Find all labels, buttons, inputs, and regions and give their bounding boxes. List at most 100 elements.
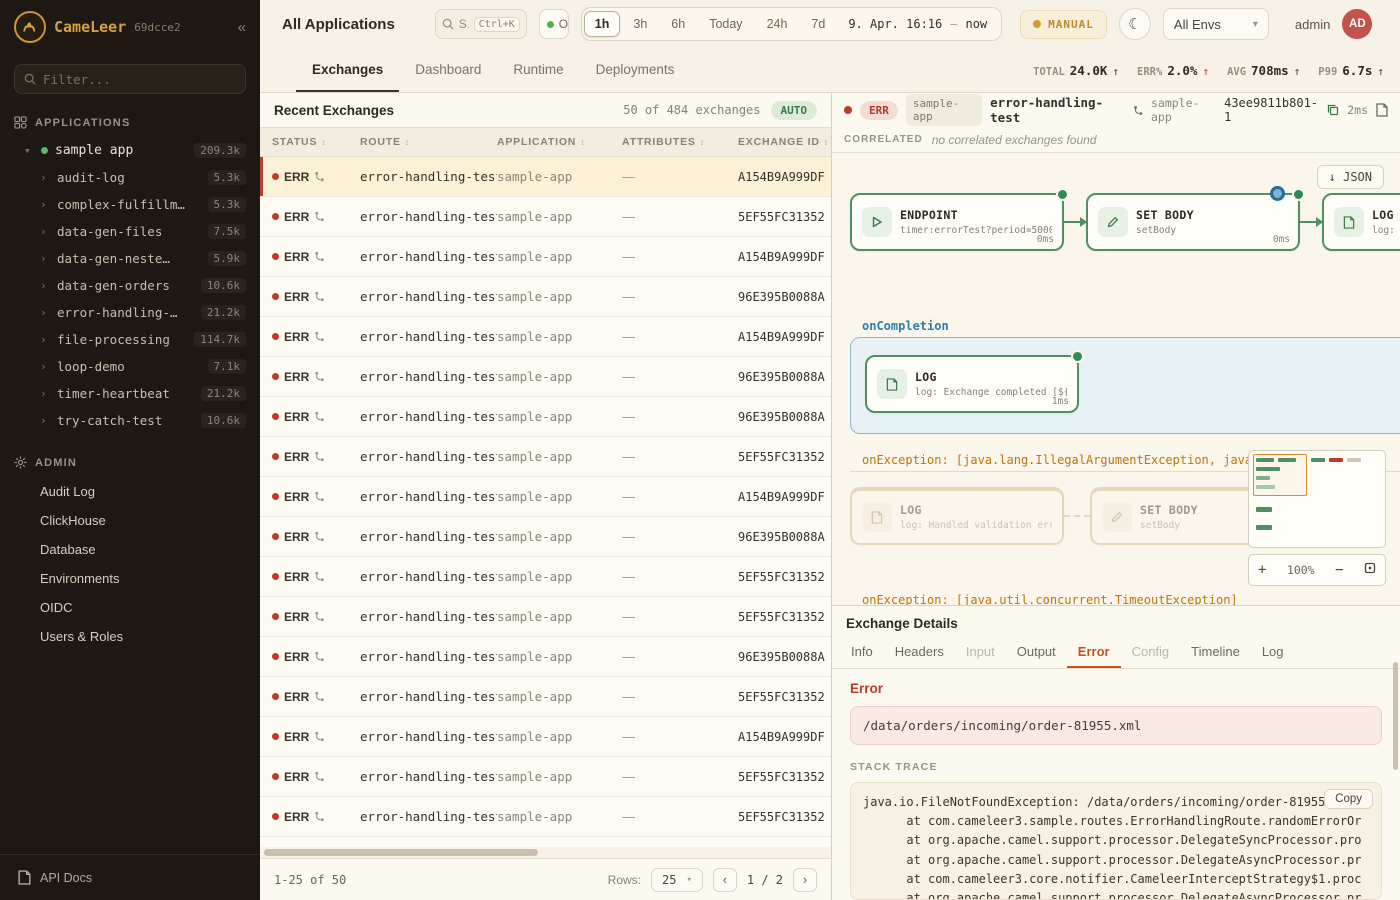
column-header[interactable]: APPLICATION ↕: [497, 136, 622, 148]
sidebar-route-item[interactable]: › complex-fulfillm… 5.3k: [0, 191, 260, 218]
global-search[interactable]: S… Ctrl+K: [435, 9, 527, 39]
stack-trace-line: at org.apache.camel.support.processor.De…: [863, 831, 1369, 850]
details-tab[interactable]: Output: [1006, 638, 1067, 668]
sidebar-route-item[interactable]: › audit-log 5.3k: [0, 164, 260, 191]
zoom-out-button[interactable]: −: [1335, 562, 1343, 578]
details-tab[interactable]: Input: [955, 638, 1006, 668]
previous-page-button[interactable]: ‹: [713, 868, 737, 892]
table-row[interactable]: ERR error-handling-test sample-app — 5EF…: [260, 437, 831, 477]
time-range-button[interactable]: 24h: [756, 11, 799, 37]
sidebar-route-item[interactable]: › data-gen-orders 10.6k: [0, 272, 260, 299]
flow-node-endpoint[interactable]: ENDPOINT timer:errorTest?period=5000&del…: [850, 193, 1064, 251]
table-row[interactable]: ERR error-handling-test sample-app — 5EF…: [260, 597, 831, 637]
details-title: Exchange Details: [832, 606, 1400, 638]
dark-mode-toggle[interactable]: ☾: [1119, 8, 1151, 40]
user-avatar[interactable]: AD: [1342, 9, 1372, 39]
table-row[interactable]: ERR error-handling-test sample-app — 96E…: [260, 637, 831, 677]
flow-node-log[interactable]: LOG log: Sta: [1322, 193, 1400, 251]
filter-input[interactable]: [43, 72, 236, 87]
table-row[interactable]: ERR error-handling-test sample-app — 96E…: [260, 517, 831, 557]
status-label: ERR: [284, 650, 309, 664]
table-row[interactable]: ERR error-handling-test sample-app — A15…: [260, 317, 831, 357]
download-json-button[interactable]: ↓ JSON: [1317, 165, 1384, 189]
sidebar-admin-item[interactable]: OIDC: [0, 593, 260, 622]
time-range-button[interactable]: 1h: [584, 11, 621, 37]
copy-document-button[interactable]: [1376, 103, 1388, 117]
table-row[interactable]: ERR error-handling-test sample-app — 96E…: [260, 357, 831, 397]
details-tab[interactable]: Config: [1121, 638, 1181, 668]
rows-per-page-select[interactable]: 25 ▾: [651, 868, 703, 892]
details-tab[interactable]: Info: [840, 638, 884, 668]
main-tab[interactable]: Runtime: [497, 48, 579, 92]
time-range-button[interactable]: 3h: [622, 11, 658, 37]
sidebar-admin-item[interactable]: ClickHouse: [0, 506, 260, 535]
sidebar-route-item[interactable]: › timer-heartbeat 21.2k: [0, 380, 260, 407]
flow-minimap[interactable]: [1248, 450, 1386, 548]
table-row[interactable]: ERR error-handling-test sample-app — A15…: [260, 157, 831, 197]
copy-exchange-id-button[interactable]: [1327, 104, 1339, 116]
live-status-toggle[interactable]: O: [539, 9, 569, 39]
column-header[interactable]: EXCHANGE ID ↕: [738, 136, 831, 148]
copy-stack-trace-button[interactable]: Copy: [1324, 789, 1373, 809]
details-tab[interactable]: Timeline: [1180, 638, 1251, 668]
column-header[interactable]: STATUS ↕: [272, 136, 360, 148]
table-row[interactable]: ERR error-handling-test sample-app — A15…: [260, 717, 831, 757]
horizontal-scrollbar[interactable]: [264, 849, 538, 856]
column-header[interactable]: ROUTE ↕: [360, 136, 497, 148]
main-tab[interactable]: Deployments: [580, 48, 691, 92]
api-docs-link[interactable]: API Docs: [0, 854, 260, 900]
status-label: ERR: [284, 570, 309, 584]
route-count-badge: 10.6k: [201, 413, 246, 428]
zoom-toolbar: + 100% −: [1248, 554, 1386, 586]
sidebar-route-item[interactable]: › error-handling-… 21.2k: [0, 299, 260, 326]
sidebar-admin-item[interactable]: Users & Roles: [0, 622, 260, 651]
sidebar-collapse-button[interactable]: «: [238, 19, 246, 36]
table-row[interactable]: ERR error-handling-test sample-app — 5EF…: [260, 797, 831, 837]
flow-node-exception-log[interactable]: LOG log: Handled validation error: ${exc…: [850, 487, 1064, 545]
date-range-display[interactable]: 9. Apr. 16:16 — now: [836, 17, 999, 31]
sidebar-admin-item[interactable]: Environments: [0, 564, 260, 593]
rows-per-page-label: Rows:: [608, 873, 641, 887]
time-range-button[interactable]: 7d: [800, 11, 836, 37]
manual-refresh-toggle[interactable]: MANUAL: [1020, 10, 1107, 39]
status-label: ERR: [284, 290, 309, 304]
environment-select[interactable]: All Envs ▾: [1163, 8, 1269, 40]
vertical-scrollbar[interactable]: [1393, 662, 1398, 770]
column-header[interactable]: ATTRIBUTES ↕: [622, 136, 738, 148]
flow-canvas[interactable]: ↓ JSON ENDPOINT timer:errorTest?period=5…: [832, 153, 1400, 605]
table-row[interactable]: ERR error-handling-test sample-app — 5EF…: [260, 677, 831, 717]
sidebar-route-item[interactable]: › try-catch-test 10.6k: [0, 407, 260, 434]
sidebar-admin-item[interactable]: Database: [0, 535, 260, 564]
table-row[interactable]: ERR error-handling-test sample-app — 96E…: [260, 397, 831, 437]
flow-node-completion-log[interactable]: LOG log: Exchange completed [${exchan 1m…: [865, 355, 1079, 413]
table-row[interactable]: ERR error-handling-test sample-app — A15…: [260, 477, 831, 517]
time-range-button[interactable]: Today: [698, 11, 753, 37]
details-tab[interactable]: Error: [1067, 638, 1121, 668]
sidebar-admin-item[interactable]: Audit Log: [0, 477, 260, 506]
table-row[interactable]: ERR error-handling-test sample-app — 96E…: [260, 277, 831, 317]
table-row[interactable]: ERR error-handling-test sample-app — 5EF…: [260, 197, 831, 237]
next-page-button[interactable]: ›: [793, 868, 817, 892]
main-tab[interactable]: Dashboard: [399, 48, 497, 92]
fit-view-button[interactable]: [1364, 562, 1376, 578]
sidebar-route-item[interactable]: › file-processing 114.7k: [0, 326, 260, 353]
sidebar-route-item[interactable]: › data-gen-files 7.5k: [0, 218, 260, 245]
time-range-button[interactable]: 6h: [660, 11, 696, 37]
sidebar-route-item[interactable]: › data-gen-neste… 5.9k: [0, 245, 260, 272]
sidebar-route-item[interactable]: › loop-demo 7.1k: [0, 353, 260, 380]
route-cell: error-handling-test: [360, 329, 497, 344]
exchange-id-cell: 5EF55FC31352: [738, 450, 831, 464]
route-name: data-gen-orders: [57, 278, 170, 293]
branch-icon: [314, 291, 325, 302]
table-row[interactable]: ERR error-handling-test sample-app — A15…: [260, 237, 831, 277]
zoom-in-button[interactable]: +: [1258, 562, 1266, 578]
details-tab[interactable]: Log: [1251, 638, 1295, 668]
main-tab[interactable]: Exchanges: [296, 48, 399, 92]
auto-refresh-badge[interactable]: AUTO: [771, 101, 818, 120]
sidebar-filter[interactable]: [14, 64, 246, 94]
sidebar-item-sample-app[interactable]: ▾ sample app 209.3k: [0, 137, 260, 164]
table-row[interactable]: ERR error-handling-test sample-app — 5EF…: [260, 757, 831, 797]
details-tab[interactable]: Headers: [884, 638, 955, 668]
table-row[interactable]: ERR error-handling-test sample-app — 5EF…: [260, 557, 831, 597]
flow-node-setbody[interactable]: SET BODY setBody 0ms: [1086, 193, 1300, 251]
